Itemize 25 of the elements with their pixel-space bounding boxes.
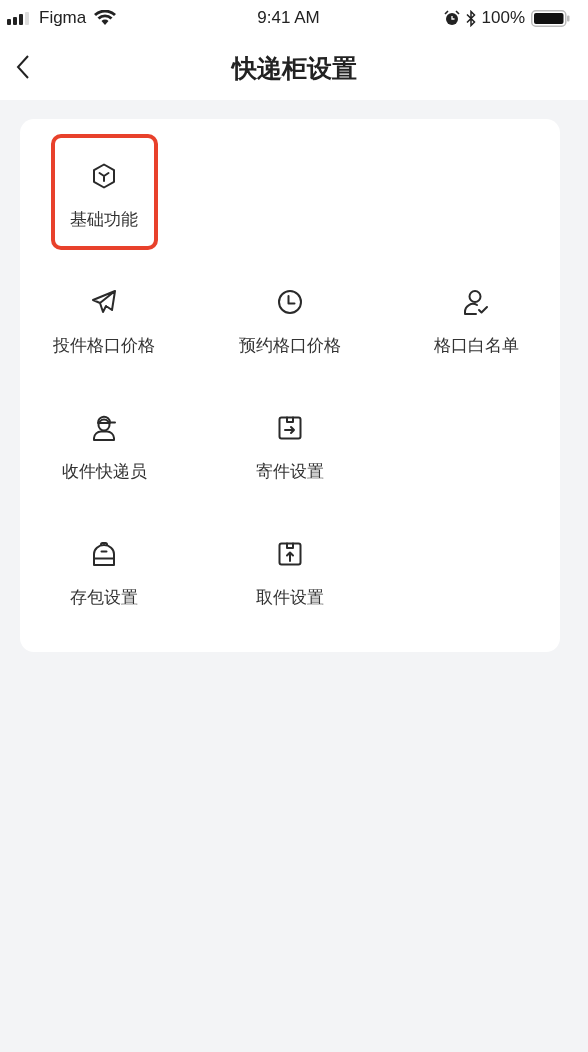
person-check-icon — [462, 288, 490, 316]
bluetooth-icon — [465, 9, 476, 27]
paper-plane-icon — [90, 288, 118, 316]
backpack-icon — [90, 540, 118, 568]
settings-item[interactable]: 收件快递员 — [50, 386, 158, 502]
signal-icon — [7, 11, 29, 25]
settings-item[interactable]: 取件设置 — [236, 512, 344, 628]
battery-icon — [531, 9, 570, 27]
settings-item[interactable]: 寄件设置 — [236, 386, 344, 502]
box-arrow-up-icon — [276, 540, 304, 568]
page-title: 快递柜设置 — [231, 52, 357, 85]
settings-item[interactable]: 格口白名单 — [422, 260, 530, 376]
clock-icon — [276, 288, 304, 316]
wifi-icon — [94, 10, 117, 26]
settings-item[interactable]: 投件格口价格 — [50, 260, 158, 376]
courier-icon — [90, 414, 118, 442]
cube-icon — [90, 162, 118, 190]
box-arrow-right-icon — [276, 414, 304, 442]
status-time: 9:41 AM — [257, 8, 320, 28]
carrier-name: Figma — [39, 8, 87, 28]
settings-item[interactable]: 预约格口价格 — [236, 260, 344, 376]
settings-item[interactable]: 基础功能 — [50, 134, 158, 250]
alarm-icon — [443, 10, 460, 26]
battery-percentage: 100% — [481, 8, 525, 28]
settings-item[interactable]: 存包设置 — [50, 512, 158, 628]
